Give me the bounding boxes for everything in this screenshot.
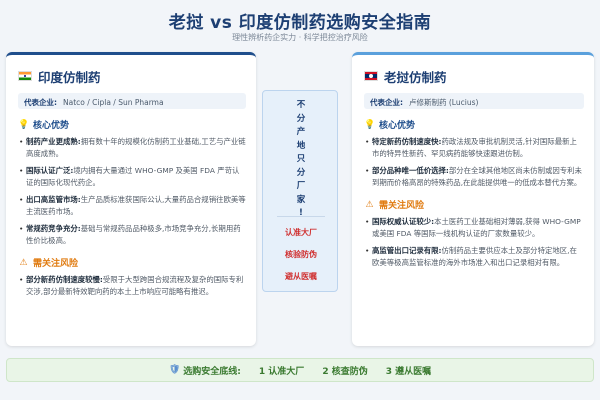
item-bold: 制药产业更成熟: xyxy=(26,137,81,146)
laos-advantage-header: 💡 核心优势 xyxy=(364,118,584,132)
laos-card-title: 老挝仿制药 xyxy=(384,69,447,85)
center-divider xyxy=(277,216,325,217)
slogan-char: 家 xyxy=(296,194,306,205)
india-card: 印度仿制药 代表企业: Natco / Cipla / Sun Pharma 💡 … xyxy=(6,52,256,346)
section-title: 核心优势 xyxy=(379,121,416,131)
item-bold: 国际认证广泛: xyxy=(26,166,74,175)
laos-rep-companies: 代表企业: 卢修斯制药 (Lucius) xyxy=(364,93,584,109)
item-bold: 部分品种唯一低价选择: xyxy=(372,166,449,175)
item-bold: 常规药竞争充分: xyxy=(26,224,81,233)
center-point: 核验防伪 xyxy=(285,250,317,259)
center-slogan-panel: 不 分 产 地 只 分 厂 家 ! 认准大厂 核验防伪 避从医嘱 xyxy=(262,90,338,292)
india-rep-companies: 代表企业: Natco / Cipla / Sun Pharma xyxy=(18,93,246,109)
bottom-label: 🛡 选购安全底线: xyxy=(169,364,241,377)
list-item: 出口高监管市场:生产品质标准获国际公认,大量药品合规销往欧美等主流医药市场。 xyxy=(18,194,246,218)
list-item: 制药产业更成熟:拥有数十年的规模化仿制药工业基础,工艺与产业链高度成熟。 xyxy=(18,136,246,160)
list-item: 国际认证广泛:境内拥有大量通过 WHO-GMP 及美国 FDA 严苛认证的国际化… xyxy=(18,165,246,189)
bottom-point: 2 核查防伪 xyxy=(322,366,368,377)
lightbulb-icon: 💡 xyxy=(364,119,376,130)
bottom-label-text: 选购安全底线: xyxy=(183,366,241,377)
india-advantage-header: 💡 核心优势 xyxy=(18,118,246,132)
slogan-char: ! xyxy=(299,208,303,218)
item-bold: 部分新药仿制速度较慢: xyxy=(26,275,103,284)
page-title: 老挝 vs 印度仿制药选购安全指南 xyxy=(168,13,432,33)
rep-label: 代表企业: xyxy=(24,98,57,107)
item-bold: 特定新药仿制速度快: xyxy=(372,137,442,146)
list-item: 部分新药仿制速度较慢:受限于大型跨国合规流程及复杂的国际专利交涉,部分最新特效靶… xyxy=(18,274,246,298)
slogan-char: 分 xyxy=(296,113,306,124)
laos-flag-icon xyxy=(364,71,378,81)
list-item: 高监管出口记录有限:仿制药品主要供应本土及部分特定地区,在欧美等极高监管标准的海… xyxy=(364,245,584,269)
laos-risk-header: ⚠ 需关注风险 xyxy=(364,198,584,212)
lightbulb-icon: 💡 xyxy=(18,119,30,130)
rep-label: 代表企业: xyxy=(370,98,403,107)
list-item: 常规药竞争充分:基础与常规药品品种极多,市场竞争充分,长期用药性价比极高。 xyxy=(18,223,246,247)
section-title: 需关注风险 xyxy=(379,201,425,211)
list-item: 部分品种唯一低价选择:部分在全球其他地区尚未仿制或因专利未到期而价格高昂的特殊药… xyxy=(364,165,584,189)
slogan-char: 厂 xyxy=(296,181,306,191)
india-card-header: 印度仿制药 xyxy=(18,67,246,85)
laos-card-header: 老挝仿制药 xyxy=(364,67,584,85)
slogan-char: 产 xyxy=(296,127,306,137)
list-item: 国际权威认证较少:本土医药工业基础相对薄弱,获得 WHO-GMP 或美国 FDA… xyxy=(364,216,584,240)
slogan-char: 只 xyxy=(296,154,306,164)
laos-card: 老挝仿制药 代表企业: 卢修斯制药 (Lucius) 💡 核心优势 特定新药仿制速… xyxy=(352,52,594,346)
center-point: 避从医嘱 xyxy=(285,272,317,281)
rep-value: 卢修斯制药 (Lucius) xyxy=(409,98,479,107)
item-bold: 高监管出口记录有限: xyxy=(372,246,442,255)
section-title: 需关注风险 xyxy=(33,259,79,269)
slogan-char: 不 xyxy=(296,100,306,110)
warning-icon: ⚠ xyxy=(19,257,28,268)
warning-icon: ⚠ xyxy=(365,199,374,210)
center-point: 认准大厂 xyxy=(285,228,317,237)
bottom-point: 1 认准大厂 xyxy=(258,366,305,377)
page-subtitle: 理性辨析药企实力 · 科学把控治疗风险 xyxy=(232,33,368,42)
vertical-slogan: 不 分 产 地 只 分 厂 家 ! xyxy=(263,99,339,221)
bottom-point: 3 遵从医嘱 xyxy=(385,366,432,377)
slogan-char: 分 xyxy=(296,167,306,178)
india-flag-icon xyxy=(18,71,32,81)
rep-value: Natco / Cipla / Sun Pharma xyxy=(63,98,164,107)
slogan-char: 地 xyxy=(296,140,306,151)
shield-icon: 🛡 xyxy=(168,365,181,375)
india-risk-header: ⚠ 需关注风险 xyxy=(18,256,246,270)
india-card-title: 印度仿制药 xyxy=(38,69,101,85)
item-bold: 国际权威认证较少: xyxy=(372,217,435,226)
safety-bottom-bar: 🛡 选购安全底线: 1 认准大厂 2 核查防伪 3 遵从医嘱 xyxy=(6,358,594,382)
section-title: 核心优势 xyxy=(33,121,70,131)
list-item: 特定新药仿制速度快:药政法规及审批机制灵活,针对国际最新上市的特异性新药、罕见病… xyxy=(364,136,584,160)
item-bold: 出口高监管市场: xyxy=(26,195,81,204)
